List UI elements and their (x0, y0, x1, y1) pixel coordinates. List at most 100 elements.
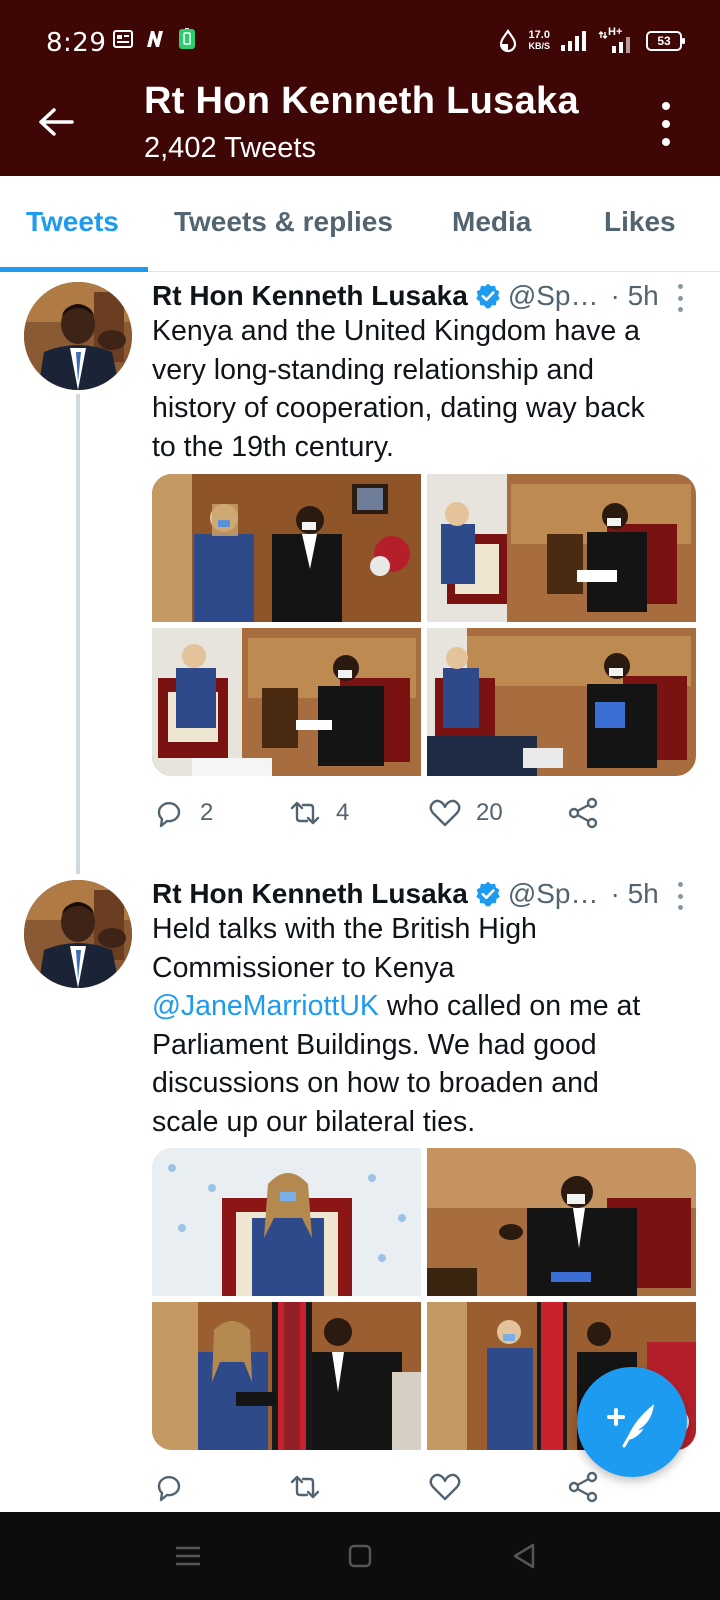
dot-icon (662, 102, 670, 110)
tweet-text-line: history of cooperation, dating way back (152, 392, 645, 424)
tweet-text-line: Commissioner to Kenya (152, 951, 455, 984)
profile-tabs: Tweets Tweets & replies Media Likes (0, 176, 720, 272)
tweet-text-line: scale up our bilateral ties. (152, 1105, 476, 1138)
app-header-area: 8:29 17.0 KB/S H+ 53 Rt Hon Kenneth Lusa… (0, 0, 720, 176)
menu-icon (176, 1546, 200, 1566)
like-button[interactable]: 20 (428, 796, 503, 830)
avatar-photo (24, 880, 132, 988)
share-button[interactable] (566, 1470, 600, 1504)
battery-indicator: 53 (646, 31, 685, 51)
share-icon (568, 1471, 598, 1503)
tweet-photo[interactable] (427, 628, 696, 776)
like-count: 20 (476, 799, 503, 826)
thread-connector (76, 394, 80, 874)
tweet-text-line: discussions on how to broaden and (152, 1067, 599, 1099)
mobile-data-indicator: H+ (598, 26, 636, 54)
avatar-photo (24, 282, 132, 390)
author-name[interactable]: Rt Hon Kenneth Lusaka (152, 280, 468, 312)
status-notification-icons (112, 28, 198, 50)
tweet-more-button[interactable] (678, 882, 686, 910)
author-name[interactable]: Rt Hon Kenneth Lusaka (152, 878, 468, 910)
author-handle[interactable]: @Sp… (508, 280, 599, 312)
tab-tweets[interactable]: Tweets (26, 206, 119, 238)
mention-link[interactable]: @JaneMarriottUK (152, 990, 379, 1022)
recents-button[interactable] (170, 1540, 206, 1572)
system-navigation-bar (0, 1512, 720, 1600)
tab-media[interactable]: Media (452, 206, 531, 238)
tweet-text: Kenya and the United Kingdom have a very… (152, 312, 692, 466)
tweet-text-line: very long-standing relationship and (152, 353, 595, 386)
retweet-button[interactable] (288, 1470, 322, 1504)
signal-strength-2-icon (598, 31, 630, 53)
retweet-button[interactable]: 4 (288, 796, 349, 830)
net-speed-value: 17.0 (528, 29, 550, 41)
avatar[interactable] (24, 880, 132, 988)
tab-tweets-and-replies[interactable]: Tweets & replies (174, 206, 393, 238)
tweet-text-line: Kenya and the United Kingdom have a (152, 315, 641, 347)
profile-header: Rt Hon Kenneth Lusaka 2,402 Tweets (0, 76, 720, 176)
page-title: Rt Hon Kenneth Lusaka (144, 80, 579, 122)
tweet-photo[interactable] (152, 1148, 421, 1296)
tweet-photo[interactable] (427, 474, 696, 622)
battery-saver-icon (179, 28, 195, 49)
signal-strength-icon (561, 31, 586, 51)
compose-feather-icon (607, 1404, 654, 1448)
tweet-text: Held talks with the British High Commiss… (152, 910, 692, 1141)
share-button[interactable] (566, 796, 600, 830)
status-system-icons: 17.0 KB/S H+ 53 (498, 26, 685, 54)
reply-count: 2 (200, 799, 214, 826)
net-speed-unit: KB/S (528, 41, 550, 51)
tab-likes[interactable]: Likes (604, 206, 676, 238)
tweet-photo[interactable] (152, 628, 421, 776)
data-saver-icon (500, 29, 517, 53)
compose-tweet-button[interactable] (577, 1367, 687, 1477)
tweet-header: Rt Hon Kenneth Lusaka @Sp… · 5h (152, 874, 690, 914)
dot-icon (662, 120, 670, 128)
retweet-icon (290, 801, 320, 825)
tweet-actions (152, 1470, 622, 1510)
tweet-timestamp[interactable]: · 5h (610, 878, 658, 910)
back-triangle-icon (513, 1543, 535, 1569)
reply-icon (157, 1475, 181, 1502)
tweet-more-button[interactable] (678, 284, 686, 312)
author-handle[interactable]: @Sp… (508, 878, 599, 910)
tweet-photo[interactable] (152, 1302, 421, 1450)
retweet-count: 4 (336, 799, 350, 826)
verified-badge-icon (476, 881, 500, 907)
tweet-text-line: @JaneMarriottUK who called on me at (152, 987, 692, 1026)
heart-icon (429, 799, 461, 827)
tweet-text-line: Held talks with the British High (152, 913, 537, 945)
arrow-left-icon (39, 108, 74, 136)
status-time: 8:29 (46, 28, 107, 58)
system-back-button[interactable] (506, 1540, 542, 1572)
back-button[interactable] (30, 96, 82, 148)
more-options-button[interactable] (656, 102, 676, 146)
reply-button[interactable]: 2 (152, 796, 213, 830)
avatar[interactable] (24, 282, 132, 390)
tweet-text-line: Parliament Buildings. We had good (152, 1028, 597, 1061)
tweet-actions: 2 4 20 (152, 796, 622, 836)
tweet-photo[interactable] (427, 1148, 696, 1296)
n-app-notification-icon (147, 31, 163, 47)
tweet-text-line: to the 19th century. (152, 430, 394, 463)
heart-icon (429, 1473, 461, 1501)
timeline[interactable]: Rt Hon Kenneth Lusaka @Sp… · 5h Kenya an… (0, 272, 720, 1512)
home-button[interactable] (342, 1540, 378, 1572)
status-bar: 8:29 17.0 KB/S H+ 53 (0, 0, 720, 88)
tweet-text-fragment: who called on me at (378, 990, 641, 1022)
dot-icon (662, 138, 670, 146)
reply-button[interactable] (152, 1470, 186, 1504)
retweet-icon (290, 1475, 320, 1499)
reply-icon (157, 801, 181, 828)
share-icon (568, 797, 598, 829)
tweet-header: Rt Hon Kenneth Lusaka @Sp… · 5h (152, 276, 690, 316)
like-button[interactable] (428, 1470, 462, 1504)
tweet-media-grid (152, 474, 696, 776)
news-notification-icon (113, 30, 133, 48)
tweet-timestamp[interactable]: · 5h (610, 280, 658, 312)
tweet-photo[interactable] (152, 474, 421, 622)
network-speed: 17.0 KB/S (528, 30, 550, 52)
tweet-count: 2,402 Tweets (144, 132, 316, 164)
verified-badge-icon (476, 283, 500, 309)
home-square-icon (348, 1544, 372, 1568)
